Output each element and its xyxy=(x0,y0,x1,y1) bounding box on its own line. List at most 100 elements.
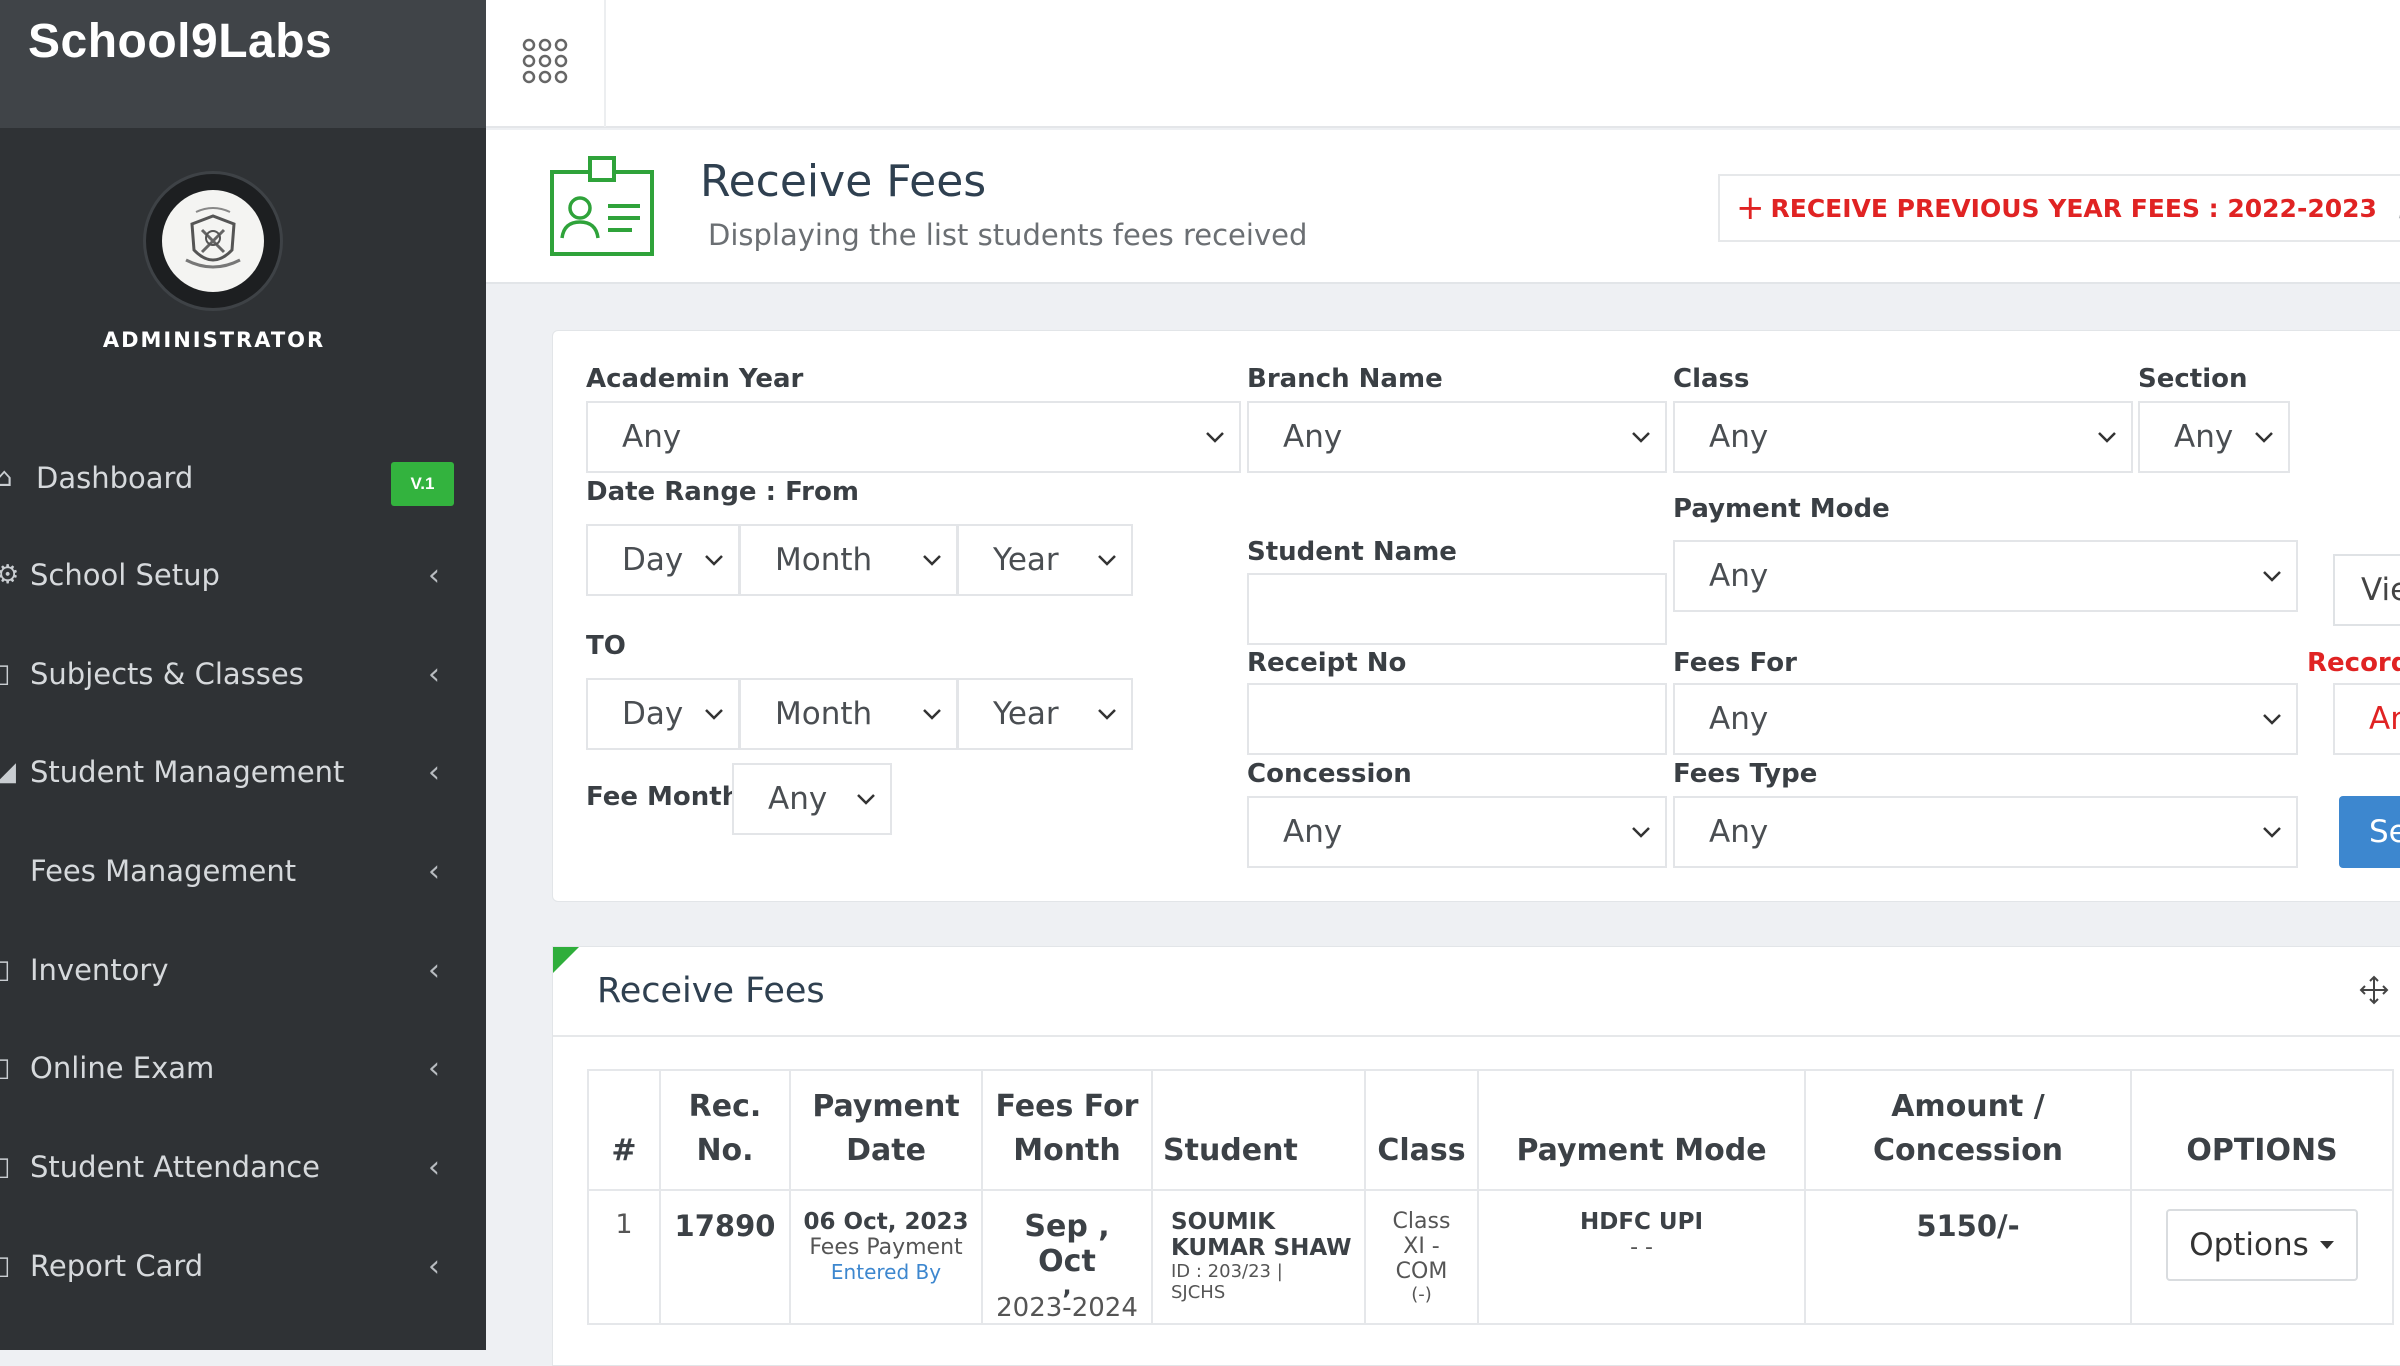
avatar[interactable] xyxy=(143,171,283,311)
select-value: Any xyxy=(1709,701,1769,737)
apps-menu-button[interactable] xyxy=(486,0,606,127)
from-day-select[interactable]: Day xyxy=(586,524,740,596)
sidebar-item-student-attendance[interactable]: ▯ Student Attendance ‹ xyxy=(0,1132,486,1202)
fees-type-select[interactable]: Any xyxy=(1673,796,2298,868)
header-label: Payment xyxy=(812,1089,960,1124)
fee-month-select[interactable]: Any xyxy=(732,763,892,835)
receive-previous-year-fees-link[interactable]: + RECEIVE PREVIOUS YEAR FEES : 2022-2023 xyxy=(1736,188,2377,228)
chevron-down-icon xyxy=(923,709,941,720)
chevron-left-icon: ‹ xyxy=(428,1248,440,1284)
fee-months-comma: , xyxy=(1062,1272,1072,1300)
sidebar-item-inventory[interactable]: ▯ Inventory ‹ xyxy=(0,935,486,1005)
class-text: Class xyxy=(1392,1209,1451,1234)
view-button[interactable]: Vie xyxy=(2333,554,2400,626)
chevron-down-icon xyxy=(705,709,723,720)
gear-icon: ⚙ xyxy=(0,560,20,590)
receipt-no-input[interactable] xyxy=(1247,683,1667,755)
page-subtitle: Displaying the list students fees receiv… xyxy=(708,218,1308,252)
branch-name-select[interactable]: Any xyxy=(1247,401,1667,473)
to-day-select[interactable]: Day xyxy=(586,678,740,750)
sidebar-item-label: Online Exam xyxy=(30,1051,215,1085)
sidebar-item-online-exam[interactable]: ▯ Online Exam ‹ xyxy=(0,1033,486,1103)
sidebar-item-school-setup[interactable]: ⚙ School Setup ‹ xyxy=(0,540,486,610)
entered-by-link[interactable]: Entered By xyxy=(799,1260,973,1284)
box-icon: ▯ xyxy=(0,955,11,985)
select-value: Any xyxy=(1283,814,1343,850)
fees-for-select[interactable]: Any xyxy=(1673,683,2298,755)
cell-amount: 5150/- xyxy=(1804,1189,2132,1325)
fees-table: # Rec. No. Payment Date Fees For Month Stud… xyxy=(587,1069,2394,1325)
records-select[interactable]: An xyxy=(2333,683,2400,755)
concession-select[interactable]: Any xyxy=(1247,796,1667,868)
header-actions: + RECEIVE PREVIOUS YEAR FEES : 2022-2023… xyxy=(1718,174,2400,242)
col-rec-no[interactable]: Rec. No. xyxy=(659,1069,791,1191)
col-amount-concession[interactable]: Amount / Concession xyxy=(1804,1069,2132,1191)
sidebar: School9Labs ADMINISTRATOR ⌂ Dashboard V.… xyxy=(0,0,486,1350)
payment-mode-note: - - xyxy=(1630,1235,1653,1260)
payment-date: 06 Oct, 2023 xyxy=(803,1209,969,1235)
sidebar-item-fees-management[interactable]: Fees Management ‹ xyxy=(0,836,486,906)
class-text: COM xyxy=(1395,1259,1448,1284)
chevron-down-icon xyxy=(2098,432,2116,443)
col-fees-for-month[interactable]: Fees For Month xyxy=(981,1069,1153,1191)
concession-label: Concession xyxy=(1247,759,1412,789)
section-select[interactable]: Any xyxy=(2138,401,2290,473)
sidebar-item-student-management[interactable]: ◢ Student Management ‹ xyxy=(0,737,486,807)
to-year-select[interactable]: Year xyxy=(957,678,1133,750)
search-button[interactable]: Se xyxy=(2339,796,2400,868)
header-label: OPTIONS xyxy=(2186,1133,2338,1168)
report-icon: ▯ xyxy=(0,1251,11,1281)
header-label: No. xyxy=(696,1133,754,1168)
sidebar-item-label: Fees Management xyxy=(30,854,297,888)
caret-down-icon xyxy=(2319,1241,2334,1249)
chevron-down-icon xyxy=(1632,432,1650,443)
section-label: Section xyxy=(2138,364,2248,394)
date-range-to-label: TO xyxy=(586,631,626,661)
payment-mode-select[interactable]: Any xyxy=(1673,540,2298,612)
sidebar-item-subjects-classes[interactable]: ▯ Subjects & Classes ‹ xyxy=(0,639,486,709)
top-bar xyxy=(486,0,2400,128)
student-name-input[interactable] xyxy=(1247,573,1667,645)
panel-corner-marker xyxy=(553,947,579,973)
header-label: Month xyxy=(1013,1133,1121,1168)
fee-session: 2023-2024 xyxy=(996,1293,1138,1323)
options-label: Options xyxy=(2189,1227,2309,1263)
select-value: Any xyxy=(1709,814,1769,850)
academic-year-select[interactable]: Any xyxy=(586,401,1241,473)
chevron-left-icon: ‹ xyxy=(428,754,440,790)
sidebar-item-report-card[interactable]: ▯ Report Card ‹ xyxy=(0,1231,486,1301)
col-payment-date[interactable]: Payment Date xyxy=(789,1069,983,1191)
chevron-down-icon xyxy=(1632,827,1650,838)
select-value: Year xyxy=(993,542,1059,578)
table-header-row: # Rec. No. Payment Date Fees For Month Stud… xyxy=(587,1069,2394,1191)
col-student[interactable]: Student xyxy=(1151,1069,1366,1191)
header-label: # xyxy=(611,1133,637,1168)
sidebar-item-label: Subjects & Classes xyxy=(30,657,304,691)
chevron-left-icon: ‹ xyxy=(428,853,440,889)
sidebar-item-label: Student Attendance xyxy=(30,1150,321,1184)
options-dropdown-button[interactable]: Options xyxy=(2166,1209,2358,1281)
col-class[interactable]: Class xyxy=(1364,1069,1479,1191)
student-name[interactable]: KUMAR SHAW xyxy=(1171,1235,1356,1261)
class-select[interactable]: Any xyxy=(1673,401,2133,473)
move-icon[interactable] xyxy=(2359,975,2389,1005)
brand-title[interactable]: School9Labs xyxy=(28,14,332,69)
header-label: Fees For xyxy=(995,1089,1139,1124)
plus-icon: + xyxy=(1736,188,1765,228)
col-number[interactable]: # xyxy=(587,1069,661,1191)
cell-payment-date: 06 Oct, 2023 Fees Payment Entered By xyxy=(789,1189,983,1325)
grid-icon xyxy=(522,38,568,84)
cell-number: 1 xyxy=(587,1189,661,1325)
col-payment-mode[interactable]: Payment Mode xyxy=(1477,1069,1806,1191)
exam-icon: ▯ xyxy=(0,1053,11,1083)
fee-month-label: Fee Month xyxy=(586,782,741,812)
class-text: (-) xyxy=(1411,1284,1432,1305)
from-month-select[interactable]: Month xyxy=(739,524,958,596)
to-month-select[interactable]: Month xyxy=(739,678,958,750)
student-name[interactable]: SOUMIK xyxy=(1171,1209,1356,1235)
from-year-select[interactable]: Year xyxy=(957,524,1133,596)
table-title: Receive Fees xyxy=(597,971,825,1011)
chevron-down-icon xyxy=(2263,571,2281,582)
calendar-icon: ▯ xyxy=(0,1152,11,1182)
cell-class: Class XI - COM (-) xyxy=(1364,1189,1479,1325)
